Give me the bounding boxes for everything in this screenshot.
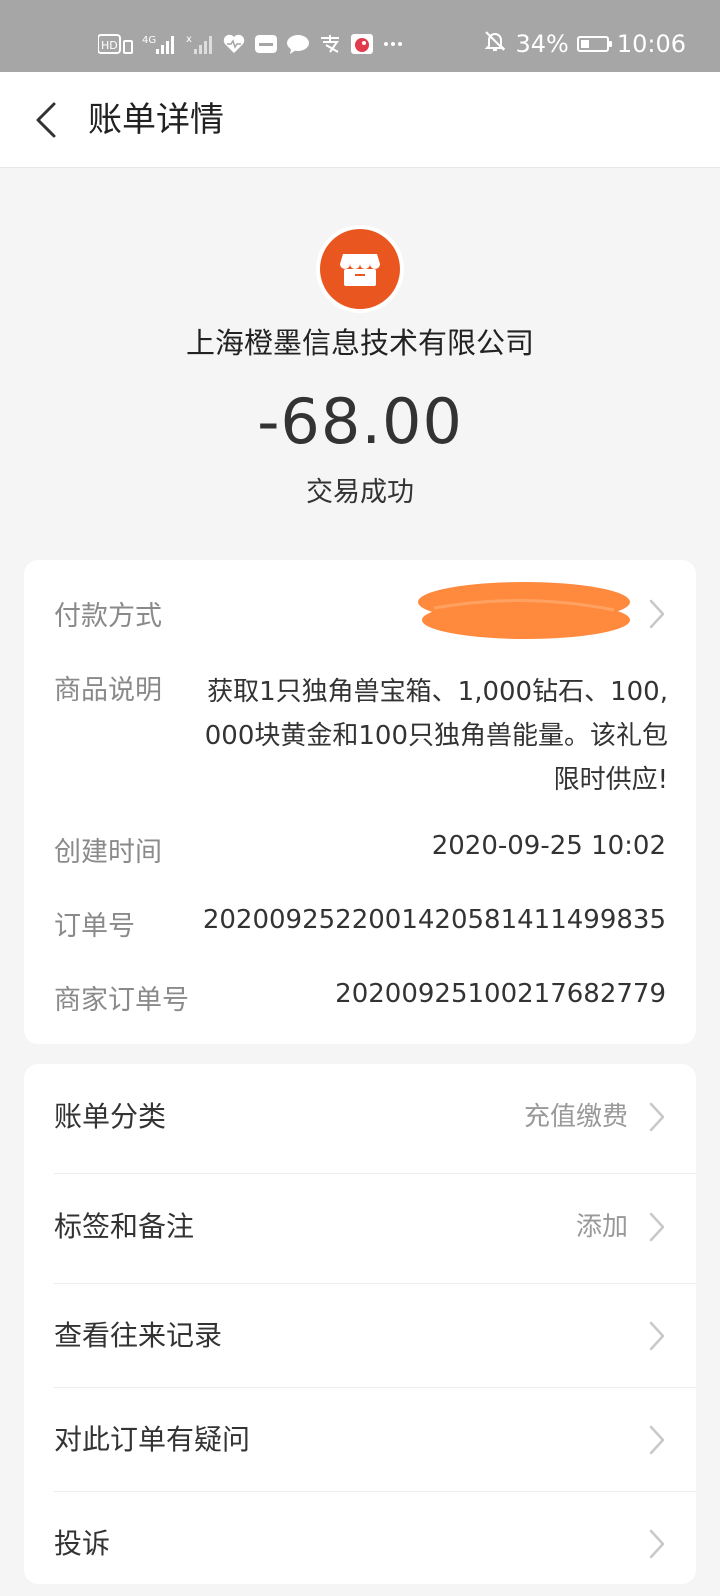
- view-records-label: 查看往来记录: [54, 1319, 223, 1352]
- chevron-right-icon: [649, 1212, 665, 1242]
- game-app-icon: [350, 33, 374, 55]
- chevron-right-icon: [649, 1102, 665, 1132]
- order-number-value: 2020092522001420581411499835: [202, 905, 666, 935]
- tags-notes-row[interactable]: 标签和备注 添加: [54, 1174, 696, 1284]
- chevron-right-icon: [649, 1321, 665, 1351]
- svg-text:4G: 4G: [142, 35, 156, 46]
- battery-percent: 34%: [515, 30, 569, 58]
- svg-text:HD: HD: [101, 39, 118, 52]
- created-time-value: 2020-09-25 10:02: [431, 831, 666, 861]
- product-description-value: 获取1只独角兽宝箱、1,000钻石、100,000块黄金和100只独角兽能量。该…: [204, 677, 668, 795]
- bill-category-value: 充值缴费: [523, 1102, 628, 1132]
- health-heart-icon: [222, 33, 246, 55]
- more-notifications-icon: [382, 33, 404, 55]
- mute-bell-icon: [483, 29, 507, 59]
- page-header: 账单详情: [0, 72, 720, 168]
- signal-4g-icon: 4G: [142, 33, 178, 55]
- tags-notes-value: 添加: [575, 1212, 628, 1242]
- product-description-label: 商品说明: [54, 675, 162, 706]
- merchant-order-number-label: 商家订单号: [54, 985, 189, 1016]
- actions-card: 账单分类 充值缴费 标签和备注 添加 查看往来记录 对此订单有疑问 投诉: [24, 1064, 696, 1584]
- chevron-right-icon: [649, 1529, 665, 1559]
- view-records-row[interactable]: 查看往来记录: [54, 1284, 696, 1388]
- clock-time: 10:06: [616, 30, 686, 58]
- svg-text:x: x: [186, 34, 192, 45]
- complaint-label: 投诉: [54, 1527, 111, 1560]
- complaint-row[interactable]: 投诉: [54, 1492, 696, 1596]
- transaction-amount: -68.00: [257, 385, 463, 458]
- payment-chevron-right-icon[interactable]: [646, 598, 668, 630]
- payment-method-redacted[interactable]: [414, 578, 634, 642]
- created-time-label: 创建时间: [54, 837, 162, 868]
- back-arrow-icon: [36, 102, 56, 138]
- order-question-row[interactable]: 对此订单有疑问: [54, 1388, 696, 1492]
- alipay-icon: [318, 33, 342, 55]
- bill-category-row[interactable]: 账单分类 充值缴费: [54, 1064, 696, 1174]
- payment-method-label: 付款方式: [54, 601, 162, 632]
- details-card: 付款方式 商品说明 获取1只独角兽宝箱、1,000钻石、100,000块黄金和1…: [24, 560, 696, 1044]
- chevron-right-icon: [649, 1425, 665, 1455]
- back-button[interactable]: [18, 88, 74, 152]
- battery-icon: [576, 36, 612, 52]
- huawei-app-icon: [254, 33, 278, 55]
- order-question-label: 对此订单有疑问: [54, 1423, 251, 1456]
- bill-category-label: 账单分类: [54, 1100, 167, 1133]
- merchant-name: 上海橙墨信息技术有限公司: [185, 326, 534, 360]
- status-bar: HD 4G x 34% 10:06: [0, 0, 720, 72]
- message-bubble-icon: [286, 33, 310, 55]
- transaction-status: 交易成功: [306, 477, 414, 508]
- shop-icon: [320, 229, 400, 309]
- tags-notes-label: 标签和备注: [54, 1210, 195, 1243]
- merchant-logo: [316, 225, 404, 313]
- order-number-label: 订单号: [54, 911, 135, 942]
- merchant-order-number-value: 20200925100217682779: [335, 979, 666, 1009]
- page-title: 账单详情: [88, 100, 224, 140]
- hd-icon: HD: [98, 34, 134, 54]
- signal-no-sim-icon: x: [186, 33, 214, 55]
